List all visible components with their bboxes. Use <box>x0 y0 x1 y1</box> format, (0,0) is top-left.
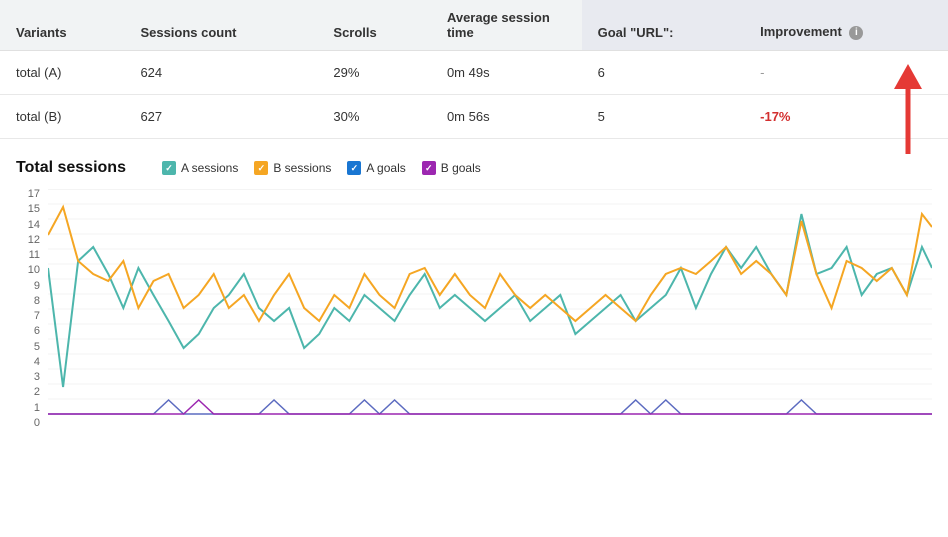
cell-improvement-b: -17% <box>744 95 948 139</box>
legend-a-goals: ✓ A goals <box>347 161 405 175</box>
col-sessions-count: Sessions count <box>124 0 317 51</box>
cell-improvement-a: - <box>744 51 948 95</box>
chart-legend: ✓ A sessions ✓ B sessions ✓ A goals ✓ <box>162 161 481 175</box>
line-chart-svg <box>48 189 932 429</box>
cell-sessions-b: 627 <box>124 95 317 139</box>
chart-inner <box>48 189 932 429</box>
legend-b-goals-icon: ✓ <box>422 161 436 175</box>
legend-a-goals-icon: ✓ <box>347 161 361 175</box>
legend-a-goals-label: A goals <box>366 161 405 175</box>
legend-b-sessions: ✓ B sessions <box>254 161 331 175</box>
cell-goal-a: 6 <box>582 51 745 95</box>
y-axis: 17 15 14 12 11 10 9 8 7 6 5 4 3 2 1 0 <box>16 189 44 429</box>
legend-a-sessions-icon: ✓ <box>162 161 176 175</box>
cell-variant-a: total (A) <box>0 51 124 95</box>
legend-a-sessions: ✓ A sessions <box>162 161 238 175</box>
results-table: Variants Sessions count Scrolls Average … <box>0 0 948 139</box>
cell-variant-b: total (B) <box>0 95 124 139</box>
col-avg-session-time: Average session time <box>431 0 582 51</box>
cell-avg-time-b: 0m 56s <box>431 95 582 139</box>
legend-b-sessions-icon: ✓ <box>254 161 268 175</box>
cell-goal-b: 5 <box>582 95 745 139</box>
col-scrolls: Scrolls <box>317 0 431 51</box>
cell-avg-time-a: 0m 49s <box>431 51 582 95</box>
a-goals-line <box>48 400 932 414</box>
legend-b-goals: ✓ B goals <box>422 161 481 175</box>
legend-b-goals-label: B goals <box>441 161 481 175</box>
table-row: total (A) 624 29% 0m 49s 6 - <box>0 51 948 95</box>
chart-area: 17 15 14 12 11 10 9 8 7 6 5 4 3 2 1 0 <box>16 189 932 449</box>
col-improvement: Improvement i <box>744 0 948 51</box>
legend-b-sessions-label: B sessions <box>273 161 331 175</box>
legend-a-sessions-label: A sessions <box>181 161 238 175</box>
cell-scrolls-b: 30% <box>317 95 431 139</box>
cell-sessions-a: 624 <box>124 51 317 95</box>
info-icon: i <box>849 26 863 40</box>
chart-section: Total sessions ✓ A sessions ✓ B sessions… <box>0 139 948 459</box>
table-row: total (B) 627 30% 0m 56s 5 -17% <box>0 95 948 139</box>
chart-header: Total sessions ✓ A sessions ✓ B sessions… <box>16 159 932 177</box>
chart-title: Total sessions <box>16 159 126 177</box>
cell-scrolls-a: 29% <box>317 51 431 95</box>
col-goal: Goal "URL": <box>582 0 745 51</box>
col-variants: Variants <box>0 0 124 51</box>
